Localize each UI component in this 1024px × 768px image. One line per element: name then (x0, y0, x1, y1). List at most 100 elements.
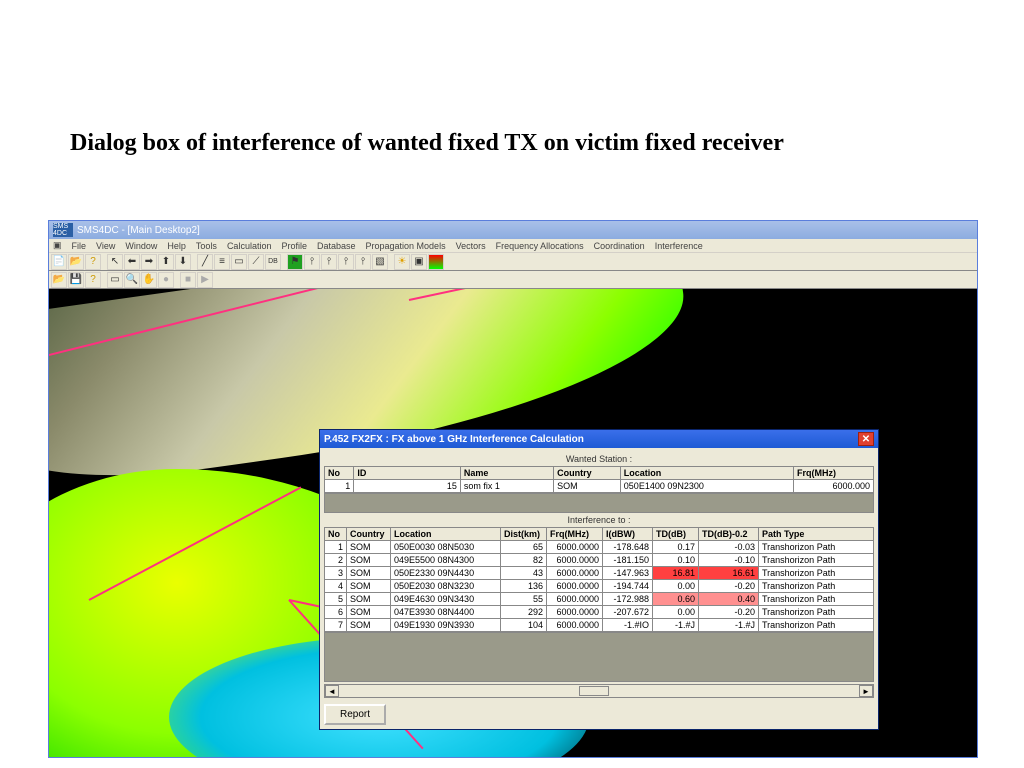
separator-icon (102, 254, 106, 270)
hand-icon[interactable]: ✋ (141, 272, 157, 288)
col-location[interactable]: Location (620, 467, 793, 480)
ruler-icon[interactable]: ⟋ (248, 254, 264, 270)
cell: 6000.0000 (547, 580, 603, 593)
wanted-row[interactable]: 1 15 som fix 1 SOM 050E1400 09N2300 6000… (325, 480, 874, 493)
report-button[interactable]: Report (324, 704, 386, 725)
cell: -207.672 (603, 606, 653, 619)
help-icon[interactable]: ? (85, 254, 101, 270)
rect2-icon[interactable]: ▭ (107, 272, 123, 288)
menu-tools[interactable]: Tools (196, 241, 217, 251)
sun-icon[interactable]: ☀ (394, 254, 410, 270)
cell: Transhorizon Path (759, 619, 874, 632)
col-name[interactable]: Name (460, 467, 553, 480)
cell: Transhorizon Path (759, 541, 874, 554)
menu-coordination[interactable]: Coordination (594, 241, 645, 251)
line-icon[interactable]: ╱ (197, 254, 213, 270)
h-scrollbar[interactable]: ◄ ► (324, 684, 874, 698)
cell: 049E4630 09N3430 (391, 593, 501, 606)
scroll-left-icon[interactable]: ◄ (325, 685, 339, 697)
cell-frq: 6000.000 (794, 480, 874, 493)
rect-icon[interactable]: ▭ (231, 254, 247, 270)
col-no[interactable]: No (325, 528, 347, 541)
new-icon[interactable]: 📄 (51, 254, 67, 270)
tower1-icon[interactable]: ⫯ (304, 254, 320, 270)
col-country[interactable]: Country (347, 528, 391, 541)
cell: -0.10 (699, 554, 759, 567)
table-row[interactable]: 6SOM047E3930 08N44002926000.0000-207.672… (325, 606, 874, 619)
map-canvas[interactable]: P.452 FX2FX : FX above 1 GHz Interferenc… (49, 289, 977, 757)
menu-propagation-models[interactable]: Propagation Models (366, 241, 446, 251)
cell: 6 (325, 606, 347, 619)
col-td2[interactable]: TD(dB)-0.2 (699, 528, 759, 541)
menu-vectors[interactable]: Vectors (456, 241, 486, 251)
col-path[interactable]: Path Type (759, 528, 874, 541)
circle-icon[interactable]: ● (158, 272, 174, 288)
tower2-icon[interactable]: ⫯ (321, 254, 337, 270)
zoom-icon[interactable]: 🔍 (124, 272, 140, 288)
table-row[interactable]: 1SOM050E0030 08N5030656000.0000-178.6480… (325, 541, 874, 554)
scroll-right-icon[interactable]: ► (859, 685, 873, 697)
palette-icon[interactable] (428, 254, 444, 270)
col-country[interactable]: Country (554, 467, 621, 480)
cell: 6000.0000 (547, 606, 603, 619)
cell: 16.61 (699, 567, 759, 580)
right-arrow-icon[interactable]: ➡ (141, 254, 157, 270)
table-row[interactable]: 4SOM050E2030 08N32301366000.0000-194.744… (325, 580, 874, 593)
left-arrow-icon[interactable]: ⬅ (124, 254, 140, 270)
col-no[interactable]: No (325, 467, 354, 480)
flag-icon[interactable]: ⚑ (287, 254, 303, 270)
open-icon[interactable]: 📂 (68, 254, 84, 270)
menu-calculation[interactable]: Calculation (227, 241, 272, 251)
menu-frequency-allocations[interactable]: Frequency Allocations (496, 241, 584, 251)
col-frq[interactable]: Frq(MHz) (547, 528, 603, 541)
col-td[interactable]: TD(dB) (653, 528, 699, 541)
screen-icon[interactable]: ▣ (411, 254, 427, 270)
cell: Transhorizon Path (759, 580, 874, 593)
col-frq[interactable]: Frq(MHz) (794, 467, 874, 480)
pointer-icon[interactable]: ↖ (107, 254, 123, 270)
cell: 4 (325, 580, 347, 593)
menu-interference[interactable]: Interference (655, 241, 703, 251)
col-idbw[interactable]: I(dBW) (603, 528, 653, 541)
stop-icon[interactable]: ■ (180, 272, 196, 288)
play-icon[interactable]: ▶ (197, 272, 213, 288)
app-title: SMS4DC - [Main Desktop2] (77, 225, 200, 236)
cell: 049E1930 09N3930 (391, 619, 501, 632)
db-icon[interactable]: DB (265, 254, 281, 270)
table-row[interactable]: 3SOM050E2330 09N4430436000.0000-147.9631… (325, 567, 874, 580)
table-row[interactable]: 5SOM049E4630 09N3430556000.0000-172.9880… (325, 593, 874, 606)
menu-database[interactable]: Database (317, 241, 356, 251)
interference-table: No Country Location Dist(km) Frq(MHz) I(… (324, 527, 874, 632)
wanted-label: Wanted Station : (324, 452, 874, 466)
table-row[interactable]: 7SOM049E1930 09N39301046000.0000-1.#IO-1… (325, 619, 874, 632)
separator-icon (389, 254, 393, 270)
dialog-titlebar[interactable]: P.452 FX2FX : FX above 1 GHz Interferenc… (320, 430, 878, 448)
down-arrow-icon[interactable]: ⬇ (175, 254, 191, 270)
col-location[interactable]: Location (391, 528, 501, 541)
col-dist[interactable]: Dist(km) (501, 528, 547, 541)
table-row[interactable]: 2SOM049E5500 08N4300826000.0000-181.1500… (325, 554, 874, 567)
cell: Transhorizon Path (759, 593, 874, 606)
menu-view[interactable]: View (96, 241, 115, 251)
interf-label: Interference to : (324, 513, 874, 527)
toolbar-1: 📄 📂 ? ↖ ⬅ ➡ ⬆ ⬇ ╱ ≡ ▭ ⟋ DB ⚑ ⫯ ⫯ ⫯ ⫯ ▧ ☀… (49, 253, 977, 271)
scroll-thumb[interactable] (579, 686, 609, 696)
up-arrow-icon[interactable]: ⬆ (158, 254, 174, 270)
cell: 0.10 (653, 554, 699, 567)
card-icon[interactable]: ▧ (372, 254, 388, 270)
menu-profile[interactable]: Profile (281, 241, 307, 251)
menu-help[interactable]: Help (167, 241, 186, 251)
cell: SOM (347, 541, 391, 554)
control-icon[interactable]: ▣ (53, 240, 62, 251)
triline-icon[interactable]: ≡ (214, 254, 230, 270)
menu-window[interactable]: Window (125, 241, 157, 251)
col-id[interactable]: ID (354, 467, 461, 480)
cell: -181.150 (603, 554, 653, 567)
menu-file[interactable]: File (72, 241, 87, 251)
save-icon[interactable]: 💾 (68, 272, 84, 288)
tower4-icon[interactable]: ⫯ (355, 254, 371, 270)
question-icon[interactable]: ? (85, 272, 101, 288)
close-icon[interactable]: ✕ (858, 432, 874, 446)
tower3-icon[interactable]: ⫯ (338, 254, 354, 270)
open2-icon[interactable]: 📂 (51, 272, 67, 288)
